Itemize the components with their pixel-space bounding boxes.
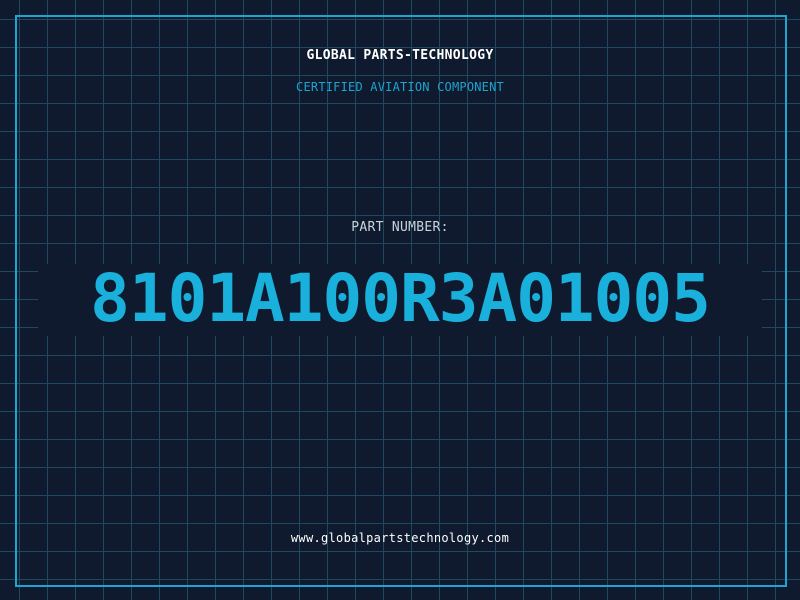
part-number-value: 8101A100R3A01005 — [90, 260, 711, 337]
website-url: www.globalpartstechnology.com — [290, 531, 510, 545]
part-number-label: PART NUMBER: — [351, 220, 449, 235]
company-name: GLOBAL PARTS-TECHNOLOGY — [306, 48, 494, 63]
certification-tagline: CERTIFIED AVIATION COMPONENT — [296, 80, 504, 94]
